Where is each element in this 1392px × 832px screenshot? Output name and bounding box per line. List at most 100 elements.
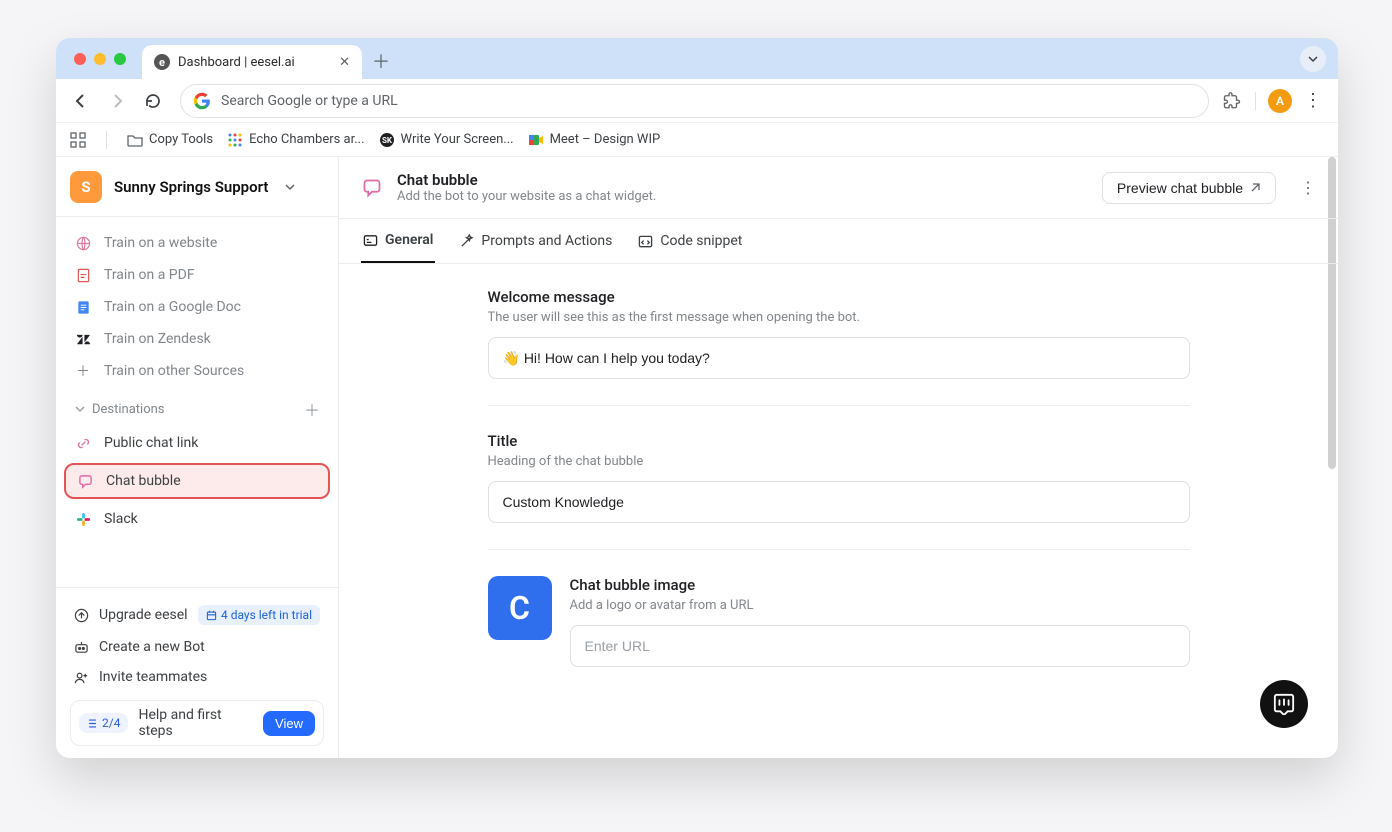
extensions-button[interactable] xyxy=(1221,90,1243,112)
source-pdf[interactable]: Train on a PDF xyxy=(56,259,338,291)
omnibox-placeholder: Search Google or type a URL xyxy=(221,93,398,109)
close-tab-button[interactable]: ✕ xyxy=(339,55,350,70)
image-desc: Add a logo or avatar from a URL xyxy=(570,598,1190,613)
apps-button[interactable] xyxy=(70,132,86,148)
card-icon xyxy=(363,233,378,248)
people-icon xyxy=(74,670,89,685)
tabstrip-menu-button[interactable] xyxy=(1300,46,1326,72)
close-window-button[interactable] xyxy=(74,53,86,65)
destination-slack[interactable]: Slack xyxy=(56,503,338,535)
steps-text: 2/4 xyxy=(102,716,120,730)
chevron-down-icon xyxy=(74,403,86,415)
bookmark-copy-tools[interactable]: Copy Tools xyxy=(127,132,213,148)
forward-button[interactable] xyxy=(102,86,132,116)
invite-row[interactable]: Invite teammates xyxy=(56,662,338,692)
minimize-window-button[interactable] xyxy=(94,53,106,65)
bookmark-write[interactable]: SK Write Your Screen... xyxy=(379,132,514,148)
bookmark-echo[interactable]: Echo Chambers ar... xyxy=(227,132,364,148)
divider xyxy=(488,549,1190,550)
destinations-header[interactable]: Destinations ＋ xyxy=(56,387,338,427)
image-url-input[interactable] xyxy=(570,625,1190,667)
page-subtitle: Add the bot to your website as a chat wi… xyxy=(397,189,656,204)
folder-icon xyxy=(127,132,143,148)
create-bot-label: Create a new Bot xyxy=(99,639,205,655)
org-letter: S xyxy=(81,178,90,196)
tab-favicon: e xyxy=(154,54,170,70)
upgrade-label: Upgrade eesel xyxy=(99,607,188,623)
source-website[interactable]: Train on a website xyxy=(56,227,338,259)
gdoc-icon xyxy=(74,298,92,316)
svg-text:SK: SK xyxy=(382,136,393,145)
title-desc: Heading of the chat bubble xyxy=(488,454,1190,469)
bot-icon xyxy=(74,640,89,655)
main-panel: Chat bubble Add the bot to your website … xyxy=(339,157,1338,758)
help-row: 2/4 Help and first steps View xyxy=(70,700,324,746)
tab-code[interactable]: Code snippet xyxy=(636,219,744,263)
view-label: View xyxy=(275,716,303,731)
preview-button[interactable]: Preview chat bubble xyxy=(1102,172,1276,204)
source-label: Train on a website xyxy=(104,235,217,251)
bookmark-meet[interactable]: Meet – Design WIP xyxy=(528,132,661,148)
upgrade-icon xyxy=(74,608,89,623)
create-bot-row[interactable]: Create a new Bot xyxy=(56,632,338,662)
chrome-tabstrip: e Dashboard | eesel.ai ✕ ＋ xyxy=(56,38,1338,79)
back-button[interactable] xyxy=(66,86,96,116)
steps-icon xyxy=(87,718,98,729)
help-label: Help and first steps xyxy=(138,707,253,739)
intercom-icon xyxy=(1273,693,1295,715)
destination-public-link[interactable]: Public chat link xyxy=(56,427,338,459)
more-menu-button[interactable]: ⋮ xyxy=(1300,178,1316,197)
tabs: General Prompts and Actions Code snippet xyxy=(339,219,1338,264)
image-letter: C xyxy=(509,589,530,627)
main-body: Welcome message The user will see this a… xyxy=(339,264,1338,758)
bookmark-label: Copy Tools xyxy=(149,132,213,147)
destination-label: Chat bubble xyxy=(106,473,181,489)
divider xyxy=(488,405,1190,406)
meet-icon xyxy=(528,132,544,148)
title-input[interactable] xyxy=(488,481,1190,523)
image-section: C Chat bubble image Add a logo or avatar… xyxy=(488,576,1190,667)
view-button[interactable]: View xyxy=(263,711,315,736)
globe-icon xyxy=(74,234,92,252)
browser-tab[interactable]: e Dashboard | eesel.ai ✕ xyxy=(142,45,362,79)
tab-general[interactable]: General xyxy=(361,219,435,263)
zendesk-icon xyxy=(74,330,92,348)
wand-icon xyxy=(459,234,474,249)
new-tab-button[interactable]: ＋ xyxy=(372,48,390,74)
avatar-letter: A xyxy=(1276,94,1284,108)
sidebar-footer: Upgrade eesel 4 days left in trial Creat… xyxy=(56,587,338,758)
source-other[interactable]: ＋ Train on other Sources xyxy=(56,355,338,387)
org-switcher[interactable]: S Sunny Springs Support xyxy=(56,157,338,217)
title-title: Title xyxy=(488,432,1190,450)
destination-chat-bubble[interactable]: Chat bubble xyxy=(64,463,330,499)
section-label: Destinations xyxy=(92,402,165,417)
chat-bubble-icon xyxy=(361,177,383,199)
source-zendesk[interactable]: Train on Zendesk xyxy=(56,323,338,355)
browser-window: e Dashboard | eesel.ai ✕ ＋ xyxy=(56,38,1338,758)
bookmark-label: Meet – Design WIP xyxy=(550,132,661,147)
tab-prompts[interactable]: Prompts and Actions xyxy=(457,219,614,263)
google-icon xyxy=(193,92,211,110)
add-destination-button[interactable]: ＋ xyxy=(304,397,320,421)
invite-label: Invite teammates xyxy=(99,669,207,685)
refresh-button[interactable] xyxy=(138,86,168,116)
profile-avatar[interactable]: A xyxy=(1268,89,1292,113)
traffic-lights xyxy=(74,53,126,65)
browser-toolbar: Search Google or type a URL A ⋮ xyxy=(56,79,1338,123)
omnibox[interactable]: Search Google or type a URL xyxy=(180,84,1209,118)
destination-label: Public chat link xyxy=(104,435,198,451)
image-title: Chat bubble image xyxy=(570,576,1190,594)
intercom-launcher[interactable] xyxy=(1260,680,1308,728)
chrome-menu-button[interactable]: ⋮ xyxy=(1298,86,1328,116)
image-preview: C xyxy=(488,576,552,640)
source-gdoc[interactable]: Train on a Google Doc xyxy=(56,291,338,323)
welcome-desc: The user will see this as the first mess… xyxy=(488,310,1190,325)
steps-badge: 2/4 xyxy=(79,713,128,733)
destination-label: Slack xyxy=(104,511,138,527)
separator xyxy=(106,131,107,149)
pdf-icon xyxy=(74,266,92,284)
upgrade-row[interactable]: Upgrade eesel 4 days left in trial xyxy=(56,598,338,632)
trial-text: 4 days left in trial xyxy=(221,608,312,622)
welcome-message-input[interactable] xyxy=(488,337,1190,379)
maximize-window-button[interactable] xyxy=(114,53,126,65)
